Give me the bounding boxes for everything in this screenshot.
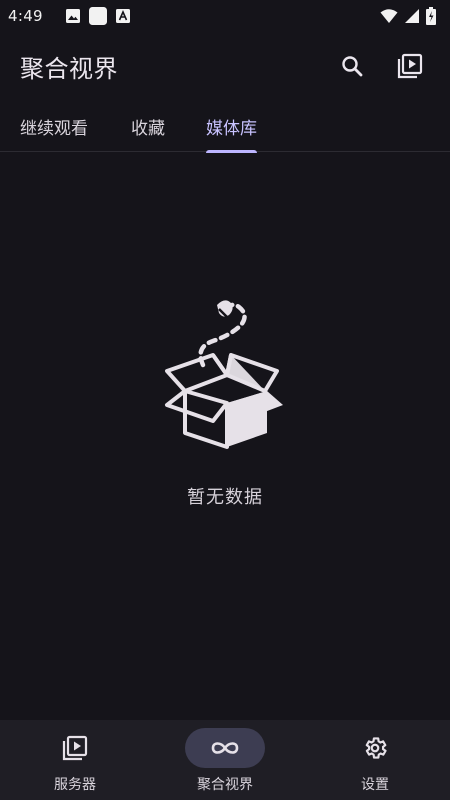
image-icon xyxy=(65,9,80,23)
nav-item-aggregate[interactable]: 聚合视界 xyxy=(150,720,300,800)
infinity-icon xyxy=(211,742,239,754)
wifi-icon xyxy=(380,9,398,23)
tab-media-library[interactable]: 媒体库 xyxy=(206,100,257,153)
app-actions xyxy=(338,52,424,80)
tab-continue-watching[interactable]: 继续观看 xyxy=(20,100,88,152)
tab-favorites[interactable]: 收藏 xyxy=(131,100,165,152)
nav-item-settings[interactable]: 设置 xyxy=(300,720,450,800)
tab-label: 继续观看 xyxy=(20,118,88,139)
app-bar: 聚合视界 xyxy=(0,32,450,100)
cell-signal-icon xyxy=(405,9,419,23)
nav-label: 聚合视界 xyxy=(197,777,253,793)
tab-bar: 继续观看 收藏 媒体库 xyxy=(0,100,450,153)
nav-active-pill xyxy=(185,728,265,768)
play-library-button[interactable] xyxy=(396,52,424,80)
gear-icon xyxy=(365,737,387,759)
nav-item-servers[interactable]: 服务器 xyxy=(0,720,150,800)
search-icon xyxy=(342,56,363,77)
bottom-nav: 服务器 聚合视界 设置 xyxy=(0,720,450,800)
nav-label: 设置 xyxy=(361,777,389,793)
battery-icon xyxy=(426,7,436,25)
status-time: 4:49 xyxy=(8,7,43,25)
nav-icon-container xyxy=(35,728,115,768)
app-notification-icon xyxy=(115,9,130,23)
tab-label: 收藏 xyxy=(131,118,165,139)
status-right xyxy=(380,7,436,25)
nav-label: 服务器 xyxy=(54,777,96,793)
search-button[interactable] xyxy=(338,52,366,80)
open-box-icon xyxy=(165,300,283,449)
blank-square-icon xyxy=(88,7,107,25)
video-library-icon xyxy=(62,735,88,761)
status-left: 4:49 xyxy=(8,7,131,25)
empty-state: 暂无数据 xyxy=(0,295,450,509)
page-title: 聚合视界 xyxy=(20,54,118,83)
play-library-icon xyxy=(397,53,423,79)
empty-state-message: 暂无数据 xyxy=(187,487,263,508)
nav-icon-container xyxy=(335,728,415,768)
tab-label: 媒体库 xyxy=(206,118,257,139)
tab-active-indicator xyxy=(206,150,257,153)
status-bar: 4:49 xyxy=(0,0,450,32)
